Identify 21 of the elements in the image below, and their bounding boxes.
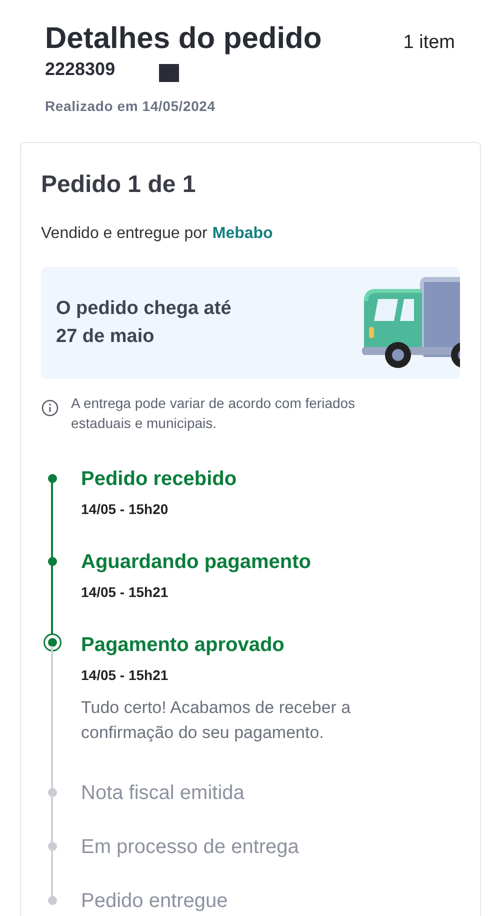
delivery-estimate: O pedido chega até 27 de maio — [56, 296, 232, 349]
order-title: Pedido 1 de 1 — [41, 171, 197, 199]
seller-link[interactable]: Mebabo — [212, 225, 273, 243]
info-icon — [41, 399, 59, 417]
step-time: 14/05 - 15h20 — [81, 500, 170, 517]
step-title: Em processo de entrega — [81, 836, 299, 859]
step-title: Pagamento aprovado — [81, 634, 286, 657]
step-title: Aguardando pagamento — [81, 550, 312, 574]
step-time: 14/05 - 15h21 — [81, 584, 170, 600]
order-date: Realizado em 14/05/2024 — [45, 98, 216, 114]
step-time: 14/05 - 15h21 — [81, 666, 170, 683]
item-count: 1 item — [403, 32, 455, 54]
step-title: Pedido recebido — [81, 468, 237, 491]
redaction-mark — [159, 64, 180, 82]
order-number: 2228309 — [45, 58, 116, 80]
step-title: Nota fiscal emitida — [81, 782, 244, 805]
step-title: Pedido entregue — [81, 890, 228, 913]
delivery-notice: A entrega pode variar de acordo com feriados estaduais e municipais. — [71, 394, 356, 434]
page-title: Detalhes do pedido — [45, 22, 322, 56]
step-description: Tudo certo! Acabamos de receber a confirmação do seu pagamento. — [81, 696, 352, 744]
seller-label: Vendido e entregue por — [41, 225, 208, 243]
